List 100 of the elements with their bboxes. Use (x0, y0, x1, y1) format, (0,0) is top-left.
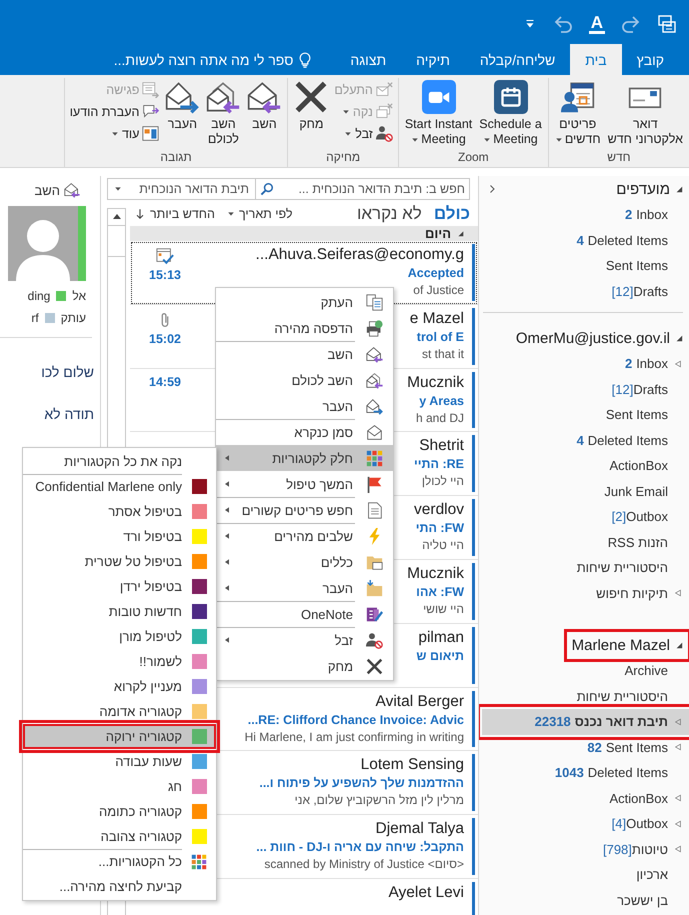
caret-icon (114, 185, 122, 193)
category-item[interactable]: נקה את כל הקטגוריות (23, 449, 216, 474)
menu-item[interactable]: כללים (216, 549, 393, 575)
sort-by-button[interactable]: לפי תאריך (226, 207, 293, 221)
reply-all-icon (206, 80, 240, 114)
account-header[interactable]: OmerMu@justice.gov.il (516, 330, 683, 346)
folder-item[interactable]: Archive (479, 658, 689, 684)
category-item[interactable]: לטיפול מורן (23, 624, 216, 649)
account-header[interactable]: Marlene Mazel (572, 636, 683, 654)
folder-item[interactable]: [12]Drafts (483, 278, 689, 304)
folder-name: ארכיון (636, 867, 668, 882)
category-item[interactable]: Confidential Marlene only (23, 474, 216, 499)
folder-item[interactable]: [12]Drafts (479, 376, 689, 402)
folder-item[interactable]: היסטוריית שיחות (479, 555, 689, 580)
search-scope-dropdown[interactable]: תיבת הדואר הנוכחית (107, 178, 255, 200)
message-preview: מרלין לין מזל הרשקוביץ שלום, אני (294, 792, 464, 810)
folder-item[interactable]: הזנות RSS (479, 530, 689, 555)
flag-icon (366, 476, 382, 492)
folder-item[interactable]: 2 Inbox (479, 351, 689, 376)
sender-name: Ahuva.Seiferas@economy.g... (256, 245, 464, 265)
folder-item[interactable]: 2 Inbox (483, 202, 689, 228)
instant-meeting-button[interactable]: Start Instant Meeting (402, 78, 476, 149)
folder-name: Inbox (636, 207, 668, 222)
view-filter-tab[interactable]: כולם (434, 204, 470, 224)
menu-item[interactable]: מחק (216, 653, 393, 679)
reply-button[interactable]: השב (244, 78, 284, 134)
folder-item[interactable]: 82 Sent Items (479, 734, 689, 760)
menu-item[interactable]: העבר (216, 575, 393, 601)
folder-item[interactable]: 1043 Deleted Items (479, 760, 689, 786)
menu-item[interactable]: השב לכולם (216, 367, 393, 393)
message-preview: of Justice (413, 282, 464, 299)
folder-item[interactable]: [2]Outbox (479, 504, 689, 530)
search-field[interactable]: חפש ב: תיבת הדואר הנוכחית ... (255, 178, 470, 200)
delete-button[interactable]: מחק (291, 78, 332, 134)
new-items-button[interactable]: פריטים חדשים (552, 78, 604, 149)
menu-item[interactable]: זבל (216, 627, 393, 653)
chat-bubble-icon (142, 103, 160, 120)
menu-item[interactable]: שלבים מהירים (216, 523, 393, 549)
category-item[interactable]: בטיפול ורד (23, 524, 216, 549)
sort-order-button[interactable]: החדש ביותר (134, 207, 215, 221)
folder-name: Archive (624, 663, 668, 678)
group-header[interactable]: היום (130, 226, 478, 241)
account-header[interactable]: מועדפים (616, 180, 683, 198)
ribbon-tab[interactable]: שליחה/קבלה (464, 44, 570, 75)
menu-item[interactable]: OneNote (216, 601, 393, 627)
folder-item[interactable]: Sent Items (479, 402, 689, 428)
category-item[interactable]: בטיפול ירדן (23, 574, 216, 599)
category-item[interactable]: קטגוריה ירוקה (23, 724, 216, 749)
message-preview: היי לכולן (422, 473, 464, 490)
message-time: 15:02 (149, 332, 181, 346)
menu-item[interactable]: חלק לקטגוריות (216, 445, 393, 471)
reply-all-button[interactable]: השב לכולם (203, 78, 244, 149)
sender-name: pilman (418, 628, 464, 648)
category-item[interactable]: בטיפול אסתר (23, 499, 216, 524)
folder-item[interactable]: ActionBox (479, 453, 689, 478)
copy-icon (366, 294, 382, 310)
view-filter-tab[interactable]: לא נקראו (356, 204, 422, 224)
message-preview: Hi Marlene, I am just confirming in writing (244, 728, 464, 746)
folder-item[interactable]: Sent Items (483, 253, 689, 278)
folder-item[interactable]: ארכיון (479, 862, 689, 888)
category-item[interactable]: בטיפול טל שטרית (23, 549, 216, 574)
more-button[interactable]: עוד (68, 124, 162, 143)
reply-button[interactable]: השב (34, 182, 80, 198)
folder-item[interactable]: בן יששכר (479, 888, 689, 913)
message-subject: FW: התי (416, 520, 464, 538)
category-item[interactable]: לשמור!! (23, 649, 216, 674)
font-color-button[interactable]: A (588, 14, 605, 34)
im-button[interactable]: העברת הודעו (68, 102, 162, 121)
schedule-meeting-button[interactable]: Schedule a Meeting (476, 78, 545, 149)
delete-icon (294, 80, 328, 114)
folder-item[interactable]: Junk Email (479, 478, 689, 504)
menu-item[interactable]: הדפסה מהירה (216, 315, 393, 341)
message-subject: התקבל: שיחה עם אריה ו-DJ - חוות ... (256, 839, 464, 856)
ribbon-tab[interactable]: תצוגה (335, 44, 402, 75)
folder-item[interactable]: 4 Deleted Items (483, 228, 689, 253)
folder-name: ActionBox (609, 790, 668, 806)
menu-item[interactable]: השב (216, 341, 393, 367)
menu-item[interactable]: העבר (216, 393, 393, 419)
ribbon-tab[interactable]: קובץ (622, 44, 679, 75)
folder-name: בן יששכר (617, 892, 668, 908)
triangle-icon (675, 334, 683, 342)
folder-item[interactable]: ActionBox (479, 786, 689, 811)
folder-item[interactable]: היסטוריית שיחות (479, 684, 689, 709)
ribbon-tab[interactable]: בית (570, 44, 622, 75)
folder-item[interactable]: תיקיות חיפוש (479, 580, 689, 606)
recipient-label: אל (72, 289, 86, 303)
ribbon-tab[interactable]: תיקיה (401, 44, 465, 75)
menu-item[interactable]: המשך טיפול (216, 471, 393, 497)
tell-me-box[interactable]: ספר לי מה אתה רוצה לעשות... (114, 44, 314, 75)
folder-item[interactable]: 4 Deleted Items (479, 428, 689, 453)
new-email-button[interactable]: דואר אלקטרוני חדש (604, 78, 686, 149)
folder-name: הזנות RSS (608, 534, 668, 550)
menu-item[interactable]: סמן כנקרא (216, 419, 393, 445)
junk-button[interactable]: זבל (332, 124, 395, 143)
category-item[interactable]: חדשות טובות (23, 599, 216, 624)
forward-button[interactable]: העבר (162, 78, 202, 134)
down-arrow-icon (134, 208, 146, 220)
triangle-icon (675, 641, 683, 649)
folder-item[interactable]: [4]Outbox (479, 811, 689, 836)
menu-item[interactable]: חפש פריטים קשורים (216, 497, 393, 523)
